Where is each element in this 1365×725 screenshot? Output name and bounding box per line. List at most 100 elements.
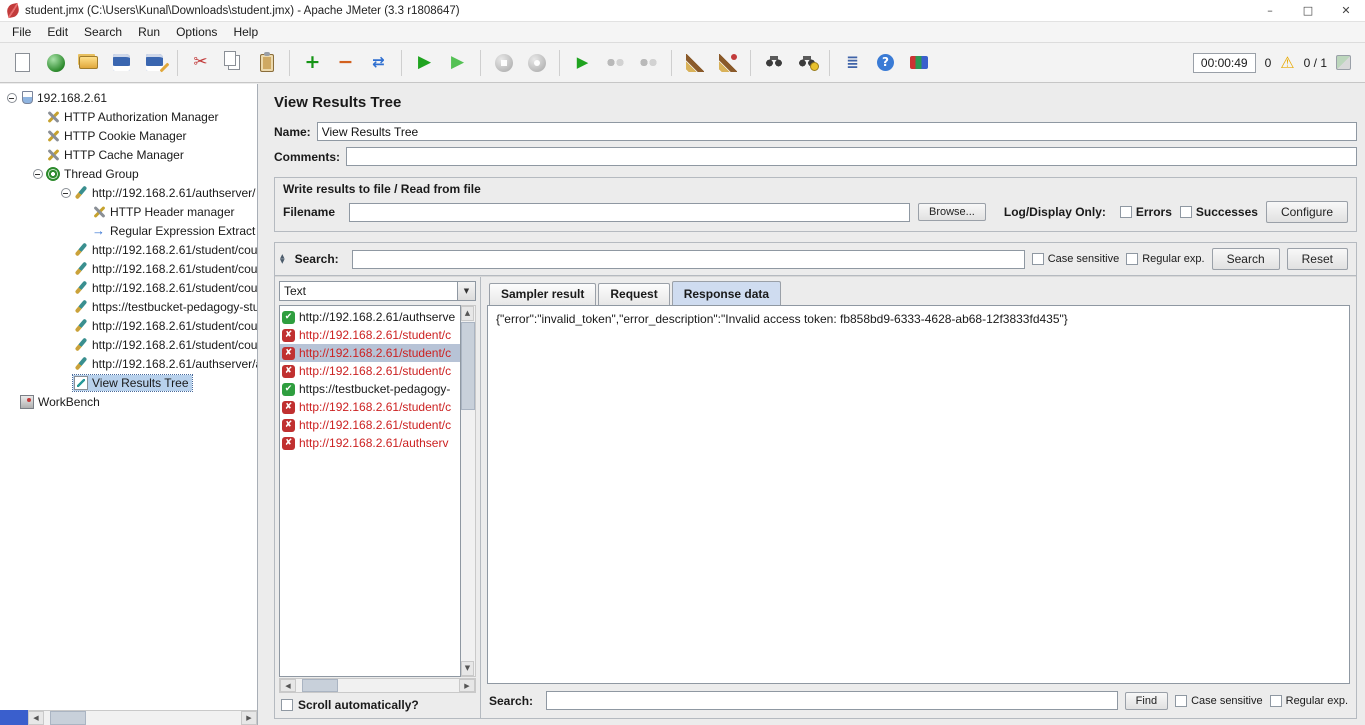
successes-checkbox[interactable]: Successes xyxy=(1179,205,1258,219)
menu-item-help[interactable]: Help xyxy=(225,23,266,41)
find-case-sensitive-checkbox[interactable]: Case sensitive xyxy=(1175,694,1263,707)
shutdown-button[interactable] xyxy=(523,49,550,76)
menu-item-search[interactable]: Search xyxy=(76,23,130,41)
start-button[interactable]: ▶ xyxy=(411,49,438,76)
collapse-toggle[interactable]: ▲ ▼ xyxy=(277,252,288,266)
results-horizontal-scrollbar[interactable]: ◀ ▶ xyxy=(279,678,476,693)
search-reset-button[interactable] xyxy=(793,49,820,76)
tree-item[interactable]: http://192.168.2.61/student/cou xyxy=(0,259,257,278)
result-item[interactable]: ✘ http://192.168.2.61/student/c xyxy=(280,416,460,434)
find-input[interactable] xyxy=(546,691,1118,710)
close-button[interactable]: ✕ xyxy=(1327,0,1365,22)
filename-input[interactable] xyxy=(349,202,910,222)
tree-item[interactable]: http://192.168.2.61/authserver/a xyxy=(0,354,257,373)
tree-item[interactable]: HTTP Cookie Manager xyxy=(0,126,257,145)
save-as-button[interactable] xyxy=(141,49,168,76)
menu-item-run[interactable]: Run xyxy=(130,23,168,41)
response-data-panel[interactable]: {"error":"invalid_token","error_descript… xyxy=(487,305,1350,684)
tree-horizontal-scrollbar[interactable]: ◀ ▶ xyxy=(28,710,257,725)
name-input[interactable] xyxy=(316,122,1357,141)
scroll-right-button[interactable]: ▶ xyxy=(241,711,257,725)
expand-handle[interactable] xyxy=(60,183,73,202)
tree-item[interactable]: http://192.168.2.61/student/cou xyxy=(0,335,257,354)
tree-item[interactable]: HTTP Header manager xyxy=(0,202,257,221)
scroll-automatically-checkbox[interactable]: Scroll automatically? xyxy=(279,693,476,714)
remote-start-all-button[interactable]: ▶ xyxy=(569,49,596,76)
view-mode-select[interactable]: Text ▼ xyxy=(279,281,476,301)
clear-all-button[interactable] xyxy=(714,49,741,76)
find-regular-exp-checkbox[interactable]: Regular exp. xyxy=(1269,694,1348,707)
maximize-button[interactable]: □ xyxy=(1289,0,1327,22)
function-helper-button[interactable] xyxy=(905,49,932,76)
cut-button[interactable]: ✂ xyxy=(187,49,214,76)
search-button[interactable] xyxy=(760,49,787,76)
tree-item[interactable]: WorkBench xyxy=(0,392,257,411)
tree-item[interactable]: http://192.168.2.61/student/cou xyxy=(0,278,257,297)
remote-shutdown-all-button[interactable] xyxy=(635,49,662,76)
paste-button[interactable] xyxy=(253,49,280,76)
clear-button[interactable] xyxy=(681,49,708,76)
result-item[interactable]: ✘ http://192.168.2.61/student/c xyxy=(280,398,460,416)
result-item[interactable]: ✔ http://192.168.2.61/authserve xyxy=(280,308,460,326)
tree-item[interactable]: http://192.168.2.61/authserver/ xyxy=(0,183,257,202)
errors-checkbox[interactable]: Errors xyxy=(1119,205,1172,219)
new-file-button[interactable] xyxy=(9,49,36,76)
tree-item[interactable]: http://192.168.2.61/student/cou xyxy=(0,316,257,335)
help-button[interactable]: ? xyxy=(872,49,899,76)
result-item[interactable]: ✘ http://192.168.2.61/authserv xyxy=(280,434,460,452)
minimize-button[interactable]: – xyxy=(1251,0,1289,22)
start-no-pauses-button[interactable]: ▶ xyxy=(444,49,471,76)
logger-panel-toggle-button[interactable]: ≣ xyxy=(839,49,866,76)
warning-icon[interactable]: ⚠ xyxy=(1280,54,1294,71)
tree-item[interactable]: HTTP Cache Manager xyxy=(0,145,257,164)
scroll-down-button[interactable]: ▼ xyxy=(461,661,474,676)
case-sensitive-checkbox[interactable]: Case sensitive xyxy=(1031,253,1119,265)
menu-item-file[interactable]: File xyxy=(4,23,39,41)
find-button[interactable]: Find xyxy=(1124,691,1169,710)
result-item[interactable]: ✘ http://192.168.2.61/student/c xyxy=(280,362,460,380)
result-item[interactable]: ✘ http://192.168.2.61/student/c xyxy=(280,344,460,362)
configure-button[interactable]: Configure xyxy=(1265,201,1348,223)
result-item[interactable]: ✔ https://testbucket-pedagogy- xyxy=(280,380,460,398)
stop-button[interactable] xyxy=(490,49,517,76)
collapse-all-button[interactable]: − xyxy=(332,49,359,76)
tab-request[interactable]: Request xyxy=(598,283,670,305)
chevron-down-icon[interactable]: ▼ xyxy=(457,282,475,300)
results-vertical-scrollbar[interactable]: ▲ ▼ xyxy=(461,305,476,677)
expand-handle[interactable] xyxy=(32,164,45,183)
save-button[interactable] xyxy=(108,49,135,76)
tree-item[interactable]: http://192.168.2.61/student/cou xyxy=(0,240,257,259)
copy-button[interactable] xyxy=(220,49,247,76)
expand-all-button[interactable]: + xyxy=(299,49,326,76)
scrollbar-track[interactable] xyxy=(461,410,475,661)
scroll-right-button[interactable]: ▶ xyxy=(459,679,475,692)
scroll-left-button[interactable]: ◀ xyxy=(280,679,296,692)
menu-item-options[interactable]: Options xyxy=(168,23,225,41)
result-item[interactable]: ✘ http://192.168.2.61/student/c xyxy=(280,326,460,344)
search-input[interactable] xyxy=(351,249,1025,269)
tree-item[interactable]: HTTP Authorization Manager xyxy=(0,107,257,126)
reset-button[interactable]: Reset xyxy=(1286,248,1348,270)
tree-item[interactable]: Regular Expression Extract xyxy=(0,221,257,240)
open-file-button[interactable] xyxy=(75,49,102,76)
browse-button[interactable]: Browse... xyxy=(918,203,986,221)
regular-exp-checkbox[interactable]: Regular exp. xyxy=(1126,253,1205,265)
scrollbar-track[interactable] xyxy=(338,679,459,692)
remote-stop-all-button[interactable] xyxy=(602,49,629,76)
scroll-up-button[interactable]: ▲ xyxy=(461,306,474,321)
search-button[interactable]: Search xyxy=(1211,248,1280,270)
tree-item[interactable]: https://testbucket-pedagogy-stu xyxy=(0,297,257,316)
tree-item[interactable]: Thread Group xyxy=(0,164,257,183)
scrollbar-track[interactable] xyxy=(86,711,241,725)
comments-input[interactable] xyxy=(346,147,1357,166)
scrollbar-thumb[interactable] xyxy=(461,322,475,410)
tab-response-data[interactable]: Response data xyxy=(671,281,782,305)
expand-handle[interactable] xyxy=(6,88,19,107)
tree-item[interactable]: 192.168.2.61 xyxy=(0,88,257,107)
scrollbar-thumb[interactable] xyxy=(302,679,338,692)
menu-item-edit[interactable]: Edit xyxy=(39,23,76,41)
templates-button[interactable] xyxy=(42,49,69,76)
tree-item[interactable]: View Results Tree xyxy=(0,373,257,392)
tab-sampler-result[interactable]: Sampler result xyxy=(489,283,597,305)
scrollbar-thumb[interactable] xyxy=(50,711,86,725)
